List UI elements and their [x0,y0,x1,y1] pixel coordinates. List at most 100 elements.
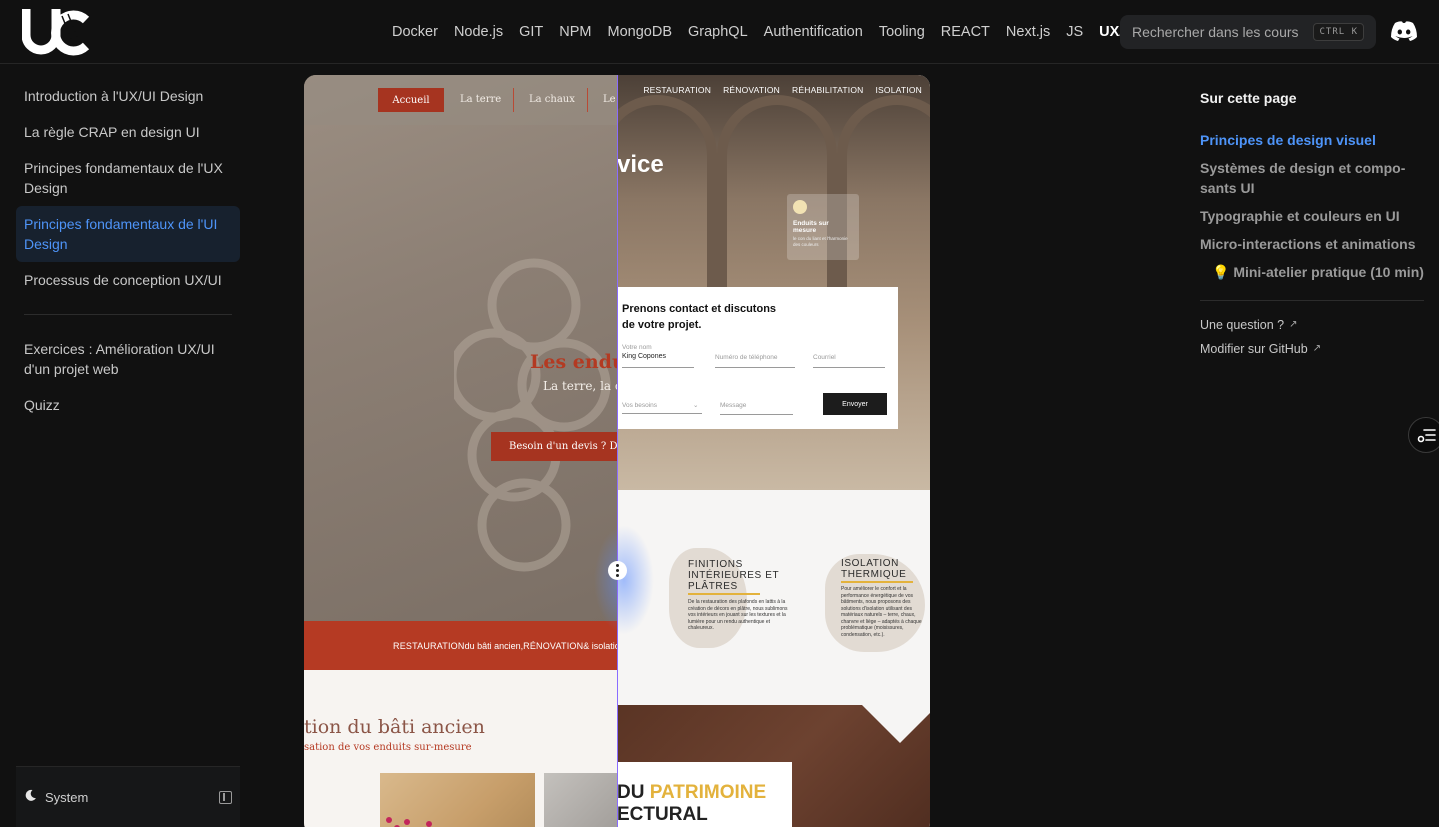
toc-title: Sur cette page [1200,90,1297,106]
form-name-value: King Copones [622,353,666,360]
nav-link-tooling[interactable]: Tooling [879,24,925,40]
sidebar-item-regle-crap[interactable]: La règle CRAP en design UI [16,114,240,150]
question-link[interactable]: Une question ? ↗ [1200,317,1424,333]
nav-link-react[interactable]: REACT [941,24,990,40]
before-photo-plaster [544,773,617,827]
nav-link-graphql[interactable]: GraphQL [688,24,748,40]
nav-link-mongodb[interactable]: MongoDB [608,24,672,40]
nav-link-git[interactable]: GIT [519,24,543,40]
toc-menu-icon[interactable] [1408,417,1439,453]
after-nav-isolation: ISOLATION [875,85,922,95]
before-nav-le: Le [603,94,616,105]
patrimoine-line-1: DU PATRIMOINE [617,782,766,804]
after-feature-card: Enduits sur mesure le con du liant et l'… [787,194,859,260]
form-name-label: Votre nom [622,344,652,351]
form-message-placeholder: Message [720,402,747,409]
col1-title-line-2: INTÉRIEURES ET [688,570,780,581]
col1-title-line-1: FINITIONS [688,559,743,570]
sidebar-divider [24,314,232,315]
github-edit-link[interactable]: Modifier sur GitHub ↗ [1200,341,1424,357]
sidebar-item-introduction[interactable]: Introduction à l'UX/UI Design [16,78,240,114]
col1-title-line-3: PLÂTRES [688,581,738,592]
table-of-contents: Sur cette page Principes de design visue… [1200,90,1424,365]
before-nav-divider [513,88,514,112]
before-hero-subtitle: La terre, la c [543,379,617,393]
toc-item-mini-atelier[interactable]: 💡 Mini-atelier pratique (10 min) [1200,262,1424,282]
nav-link-authentification[interactable]: Authentification [764,24,863,40]
after-hero-word: vice [617,151,664,178]
toc-item-typographie[interactable]: Typographie et couleurs en UI [1200,206,1424,226]
external-link-icon: ↗ [1289,319,1298,330]
sidebar-item-processus[interactable]: Processus de conception UX/UI [16,262,240,298]
feature-card-subtitle: le con du liant et l'harmonie des couleu… [793,236,848,247]
toc-divider [1200,300,1424,301]
discord-icon[interactable] [1390,20,1418,44]
decorative-knot-relief [454,258,611,572]
feature-card-icon [793,200,807,214]
after-patrimoine-card: DU PATRIMOINE ECTURAL [617,762,792,827]
before-photo-flowers [380,773,535,827]
toc-item-micro-interactions[interactable]: Micro-interactions et animations [1200,234,1424,254]
uc-logo-icon[interactable] [21,6,90,58]
after-nav-renovation: RÉNOVATION [723,85,781,95]
before-cta-button: Besoin d'un devis ? De [491,432,617,461]
feature-card-title: Enduits sur mesure [793,220,829,234]
patrimoine-highlight: PATRIMOINE [649,782,767,803]
after-contact-form: Prenons contact et discutons de votre pr… [617,287,898,429]
band-text-2: & isolatio [583,640,617,651]
before-after-comparison: Accueil La terre La chaux Le Les enduits… [304,75,930,827]
github-link-label: Modifier sur GitHub [1200,342,1308,356]
after-navbar: RESTAURATION RÉNOVATION RÉHABILITATION I… [617,85,930,95]
nav-link-nodejs[interactable]: Node.js [454,24,503,40]
chevron-down-icon: ⌄ [693,402,699,409]
band-text-1: du bâti ancien, [464,640,524,651]
before-nav-divider [587,88,588,112]
nav-link-js[interactable]: JS [1066,24,1083,40]
before-nav-terre: La terre [460,94,502,105]
after-nav-rehabilitation: RÉHABILITATION [792,85,864,95]
sidebar-item-quizz[interactable]: Quizz [16,387,240,423]
search-placeholder: Rechercher dans les cours [1132,24,1299,40]
theme-label: System [45,789,89,805]
nav-link-npm[interactable]: NPM [559,24,591,40]
col2-title-line-1: ISOLATION [841,558,900,569]
before-nav-accueil: Accueil [378,88,444,112]
before-section-subtitle: sation de vos enduits sur-mesure [304,742,472,753]
sidebar-collapse-icon[interactable] [219,791,232,804]
toc-item-systemes-design[interactable]: Systèmes de design et compo­sants UI [1200,158,1424,198]
theme-switcher[interactable]: System [24,789,88,805]
sidebar-item-exercices[interactable]: Exercices : Amélioration UX/UI d'un proj… [16,331,240,387]
col1-title: FINITIONS INTÉRIEURES ET PLÂTRES [688,559,779,592]
before-design: Accueil La terre La chaux Le Les enduits… [304,75,617,827]
form-needs-underline [622,413,702,414]
search-shortcut-badge: CTRL K [1313,23,1364,41]
col1-underline [688,593,760,595]
section-notch [862,705,930,743]
external-link-icon: ↗ [1312,343,1322,354]
after-design: RESTAURATION RÉNOVATION RÉHABILITATION I… [617,75,930,827]
col1-text: De la restauration des plafonds en latti… [688,599,788,631]
top-navbar: Docker Node.js GIT NPM MongoDB GraphQL A… [0,0,1439,64]
col2-title-line-2: THERMIQUE [841,569,907,580]
handle-glow [594,525,654,635]
sidebar-item-principes-ux[interactable]: Principes fondamentaux de l'UX Design [16,150,240,206]
form-phone-placeholder: Numéro de téléphone [715,354,778,361]
form-phone-underline [715,367,795,368]
band-strong-1: RESTAURATION [393,640,465,651]
form-title-line-1: Prenons contact et discutons [622,303,777,315]
moon-icon [24,789,37,805]
form-message-underline [720,414,793,415]
search-input[interactable]: Rechercher dans les cours CTRL K [1120,15,1376,49]
col2-title: ISOLATION THERMIQUE [841,558,906,580]
form-needs-placeholder: Vos besoins [622,402,658,409]
question-link-label: Une question ? [1200,318,1285,332]
nav-link-docker[interactable]: Docker [392,24,438,40]
patrimoine-prefix: DU [617,782,650,803]
comparison-divider[interactable] [617,75,618,827]
sidebar-item-principes-ui[interactable]: Principes fondamentaux de l'UI Design [16,206,240,262]
before-nav-chaux: La chaux [529,94,575,105]
after-nav-restauration: RESTAURATION [643,85,712,95]
toc-item-design-visuel[interactable]: Principes de design visuel [1200,130,1424,150]
nav-link-nextjs[interactable]: Next.js [1006,24,1050,40]
drag-handle-icon[interactable] [608,561,627,580]
